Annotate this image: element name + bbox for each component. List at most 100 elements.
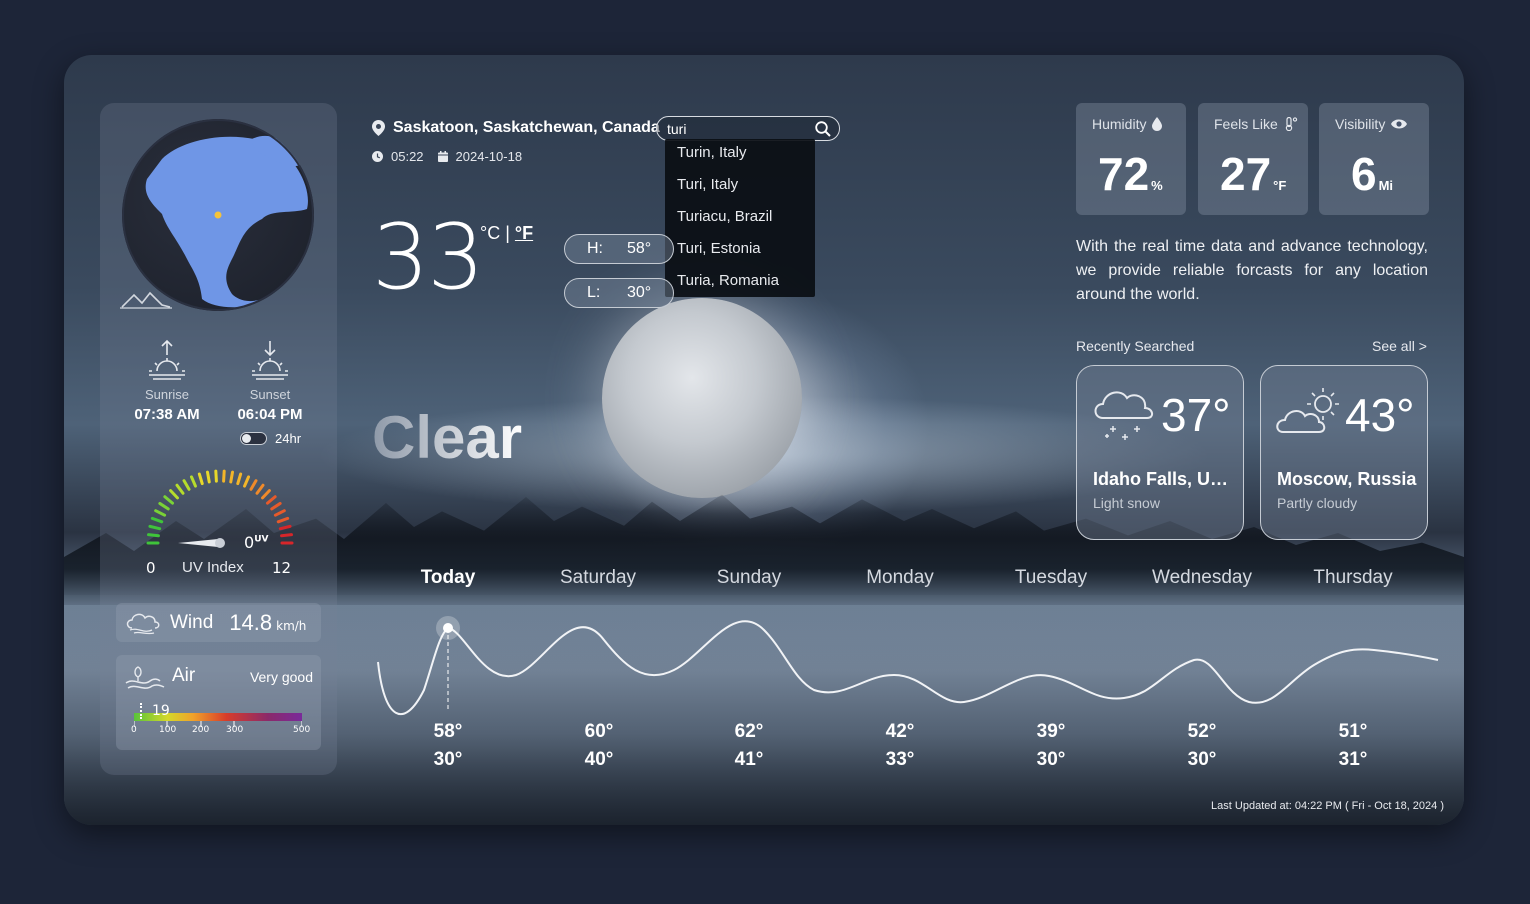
visibility-unit: Mi [1378,178,1394,193]
sunrise-icon [149,339,185,380]
sunset-time: 06:04 PM [237,406,303,423]
recently-searched-label: Recently Searched [1076,338,1195,354]
forecast-low: 30° [433,749,463,770]
recent-card[interactable]: 43° Moscow, Russia Partly cloudy [1260,365,1428,540]
uv-gauge-tick [158,501,170,511]
aqi-tick-200: 200 [192,725,210,735]
time-format-toggle-row: 24hr [240,431,301,446]
thermometer-icon [1285,117,1297,131]
forecast-low: 33° [885,749,915,770]
forecast-day-tab[interactable]: Tuesday [986,567,1116,589]
recent-condition: Partly cloudy [1277,495,1358,511]
forecast-day-tab[interactable]: Saturday [533,567,663,589]
uv-max: 12 [272,559,292,577]
suggestion-item[interactable]: Turiacu, Brazil [665,207,815,239]
forecast-day-tab[interactable]: Sunday [684,567,814,589]
humidity-value-row: 72% [1098,147,1163,201]
suggestion-item[interactable]: Turia, Romania [665,271,815,303]
uv-gauge-tick [154,509,167,517]
uv-min: 0 [146,559,156,577]
search-input[interactable] [667,119,807,138]
uv-gauge-tick [270,501,282,511]
forecast-high: 42° [885,721,915,742]
wind-cloud-icon [126,613,160,634]
humidity-label: Humidity [1092,116,1147,132]
celsius-toggle[interactable]: °C [480,223,500,243]
feels-like-value-row: 27 °F [1220,147,1286,201]
sunrise-block: Sunrise 07:38 AM [117,339,217,423]
forecast-day-tab[interactable]: Monday [835,567,965,589]
clock-icon [372,151,383,162]
local-date: 2024-10-18 [455,149,523,164]
search-icon[interactable] [815,121,831,137]
toggle-label: 24hr [275,431,302,446]
air-quality-box: Air Very good 19 0 100 200 300 500 [116,655,321,750]
wind-label: Wind [170,611,214,633]
high-label: H: [587,240,603,257]
recent-temp: 37° [1161,389,1231,441]
uv-gauge-tick [229,470,235,484]
recent-temp: 43° [1345,389,1415,441]
tagline: With the real time data and advance tech… [1076,238,1428,303]
air-label: Air [172,665,196,686]
last-updated: Last Updated at: 04:22 PM ( Fri - Oct 18… [1211,800,1444,812]
feels-like-value: 27 [1220,148,1272,200]
weather-condition: Clear [372,404,523,471]
see-all-link[interactable]: See all > [1372,338,1427,354]
aqi-tick-300: 300 [226,725,244,735]
uv-value: 0UV [244,533,269,552]
temperature-wave [377,616,1439,716]
recent-city: Idaho Falls, United States [1093,469,1233,489]
visibility-card: Visibility 6 Mi [1319,103,1429,215]
location-name: Saskatoon, Saskatchewan, Canada [393,119,660,136]
suggestion-item[interactable]: Turi, Estonia [665,239,815,271]
fahrenheit-toggle[interactable]: °F [515,223,533,243]
air-icon [125,666,165,689]
forecast-high: 60° [584,721,614,742]
uv-gauge-tick [249,479,258,491]
partly-cloudy-icon [1276,388,1339,433]
low-value: 30° [627,284,652,301]
uv-gauge-tick [278,524,292,531]
unit-separator: | [505,223,510,243]
aqi-tick-0: 0 [131,725,137,735]
globe-map[interactable] [122,119,314,311]
uv-gauge-tick [214,469,218,483]
droplet-icon [1152,117,1163,131]
forecast-high: 58° [433,721,463,742]
forecast-high: 39° [1036,721,1066,742]
visibility-value-row: 6 Mi [1351,147,1393,201]
suggestion-item[interactable]: Turi, Italy [665,175,815,207]
uv-gauge-tick [169,489,179,500]
sunset-label: Sunset [249,387,291,402]
forecast-day-tab[interactable]: Thursday [1288,567,1418,589]
humidity-value: 72 [1098,148,1150,200]
forecast-high: 62° [734,721,764,742]
eye-icon [1391,119,1408,129]
sidebar-panel: Sunrise 07:38 AM Sunset 06:04 PM 24hr 0U… [100,103,337,775]
aqi-tick-500: 500 [293,725,311,735]
forecast-high: 51° [1338,721,1368,742]
time-format-toggle[interactable] [240,432,267,445]
current-temperature: 33 [372,205,485,310]
calendar-icon [437,151,448,162]
sunset-block: Sunset 06:04 PM [220,339,320,423]
suggestion-item[interactable]: Turin, Italy [665,143,815,175]
humidity-unit: % [1151,178,1163,193]
sunrise-label: Sunrise [144,387,190,402]
uv-gauge-tick [265,495,277,505]
forecast-low: 40° [584,749,614,770]
uv-gauge-tick [255,483,265,495]
uv-gauge-tick [182,479,191,491]
aqi-value: 19 [152,703,170,719]
weather-card: Sunrise 07:38 AM Sunset 06:04 PM 24hr 0U… [64,55,1464,825]
forecast-low: 41° [734,749,764,770]
forecast-day-tab[interactable]: Today [383,567,513,589]
uv-gauge-tick [163,495,175,505]
forecast-day-tab[interactable]: Wednesday [1137,567,1267,589]
high-temp-pill: H: 58° [564,234,674,264]
recent-card[interactable]: 37° Idaho Falls, United States Light sno… [1076,365,1244,540]
mountain-icon [120,291,172,309]
humidity-card: Humidity 72% [1076,103,1186,215]
uv-gauge-tick [273,509,286,517]
